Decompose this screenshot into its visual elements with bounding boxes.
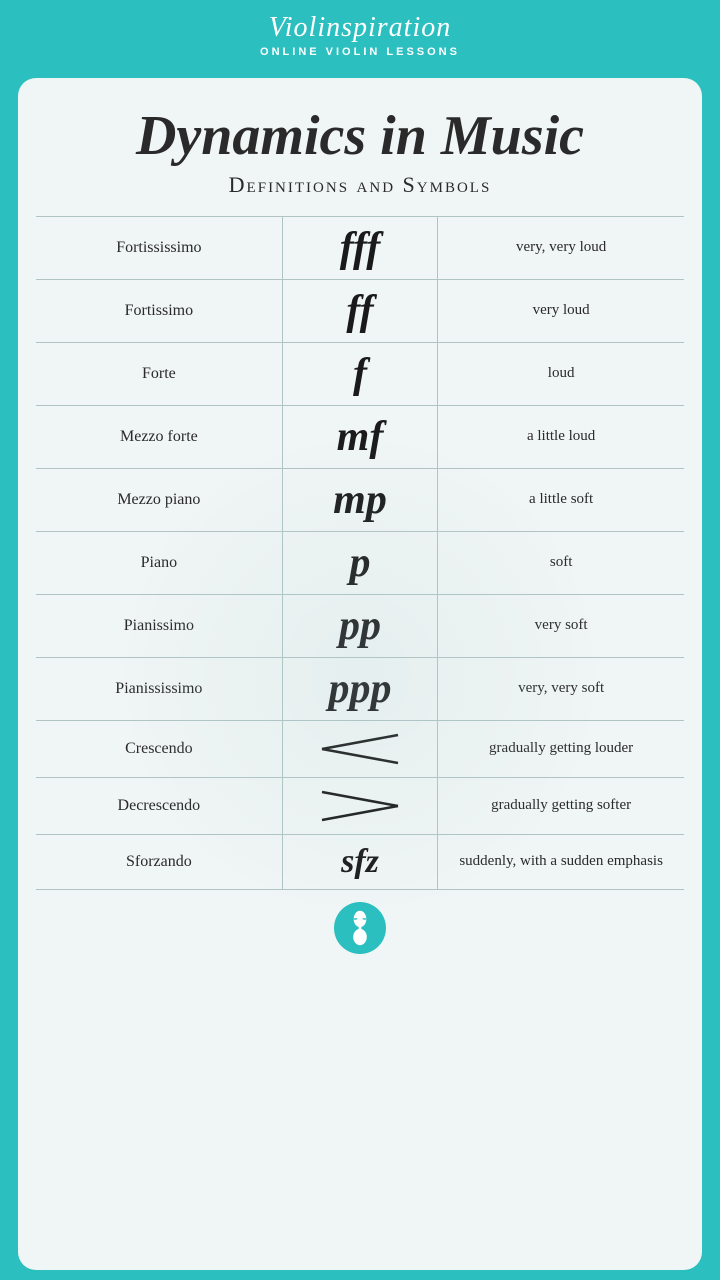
dynamic-name: Piano (36, 531, 282, 594)
dynamic-symbol: mf (282, 405, 438, 468)
table-row: Decrescendo gradually getting softer (36, 777, 684, 834)
dynamics-table: Fortississimofffvery, very loudFortissim… (36, 216, 684, 890)
dynamic-name: Fortissimo (36, 279, 282, 342)
header: Violinspiration Online Violin Lessons (0, 0, 720, 68)
table-row: Pianissimoppvery soft (36, 594, 684, 657)
dynamic-symbol: pp (282, 594, 438, 657)
table-row: Fortississimofffvery, very loud (36, 216, 684, 279)
table-row: Mezzo pianompa little soft (36, 468, 684, 531)
dynamic-symbol (282, 720, 438, 777)
footer-violin-icon (334, 902, 386, 954)
table-row: Mezzo fortemfa little loud (36, 405, 684, 468)
dynamic-symbol (282, 777, 438, 834)
main-card: Dynamics in Music Definitions and Symbol… (18, 78, 702, 1270)
dynamic-symbol: p (282, 531, 438, 594)
dynamic-meaning: loud (438, 342, 684, 405)
logo-text: Violinspiration (0, 12, 720, 44)
dynamic-symbol: f (282, 342, 438, 405)
dynamic-meaning: gradually getting softer (438, 777, 684, 834)
header-subtitle: Online Violin Lessons (0, 46, 720, 58)
dynamic-name: Crescendo (36, 720, 282, 777)
page-title: Dynamics in Music (136, 106, 584, 168)
dynamic-symbol: mp (282, 468, 438, 531)
table-row: Pianopsoft (36, 531, 684, 594)
dynamic-meaning: soft (438, 531, 684, 594)
dynamic-symbol: ppp (282, 657, 438, 720)
dynamic-meaning: very soft (438, 594, 684, 657)
dynamic-name: Pianissimo (36, 594, 282, 657)
dynamic-meaning: very loud (438, 279, 684, 342)
table-row: Crescendo gradually getting louder (36, 720, 684, 777)
dynamic-meaning: suddenly, with a sudden emphasis (438, 834, 684, 889)
dynamic-name: Mezzo piano (36, 468, 282, 531)
table-row: Sforzandosfzsuddenly, with a sudden emph… (36, 834, 684, 889)
page-subtitle: Definitions and Symbols (229, 172, 492, 198)
dynamic-symbol: ff (282, 279, 438, 342)
dynamic-name: Forte (36, 342, 282, 405)
table-row: Pianississimopppvery, very soft (36, 657, 684, 720)
dynamic-symbol: sfz (282, 834, 438, 889)
dynamic-name: Fortississimo (36, 216, 282, 279)
dynamic-symbol: fff (282, 216, 438, 279)
dynamic-meaning: a little loud (438, 405, 684, 468)
dynamic-meaning: a little soft (438, 468, 684, 531)
table-row: Fortissimoffvery loud (36, 279, 684, 342)
dynamic-name: Sforzando (36, 834, 282, 889)
dynamic-meaning: very, very soft (438, 657, 684, 720)
dynamic-meaning: very, very loud (438, 216, 684, 279)
dynamic-name: Pianississimo (36, 657, 282, 720)
dynamic-name: Mezzo forte (36, 405, 282, 468)
dynamic-name: Decrescendo (36, 777, 282, 834)
dynamic-meaning: gradually getting louder (438, 720, 684, 777)
table-row: Fortefloud (36, 342, 684, 405)
